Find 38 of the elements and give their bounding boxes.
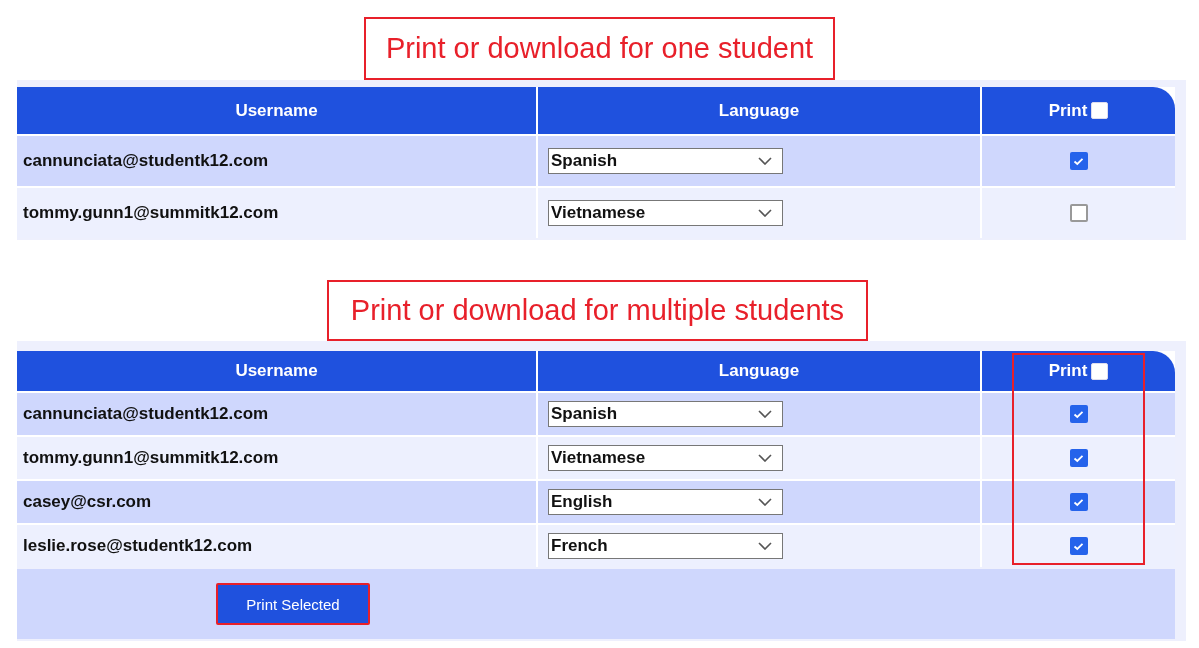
checkbox[interactable] (1069, 204, 1088, 222)
chevron-down-icon (758, 454, 772, 462)
check-icon (1073, 497, 1084, 507)
callout-label: Print or download for multiple students (326, 280, 869, 341)
column-header-text: Username (235, 361, 318, 381)
print-selected-button[interactable]: Print Selected (216, 583, 370, 625)
language-dropdown[interactable]: Spanish (548, 148, 783, 174)
column-header-text: Print (1048, 100, 1088, 121)
language-dropdown[interactable]: English (548, 489, 783, 515)
checkbox[interactable] (1069, 405, 1088, 423)
language-dropdown[interactable]: Spanish (548, 401, 783, 427)
check-icon (1073, 156, 1084, 166)
checkbox[interactable] (1069, 152, 1088, 170)
column-header-text: Language (718, 100, 800, 121)
checkbox[interactable] (1069, 537, 1088, 555)
username: cannunciata@studentk12.com (23, 151, 269, 171)
check-icon (1073, 453, 1084, 463)
chevron-down-icon (758, 410, 772, 418)
username: tommy.gunn1@summitk12.com (23, 448, 279, 468)
language-dropdown[interactable]: Vietnamese (548, 200, 783, 226)
chevron-down-icon (758, 542, 772, 550)
checkbox[interactable] (1069, 493, 1088, 511)
language-dropdown[interactable]: French (548, 533, 783, 559)
username: cannunciata@studentk12.com (23, 404, 269, 424)
language-dropdown[interactable]: Vietnamese (548, 445, 783, 471)
column-header-text: Print (1048, 361, 1088, 381)
checkbox[interactable] (1069, 449, 1088, 467)
username: leslie.rose@studentk12.com (23, 536, 253, 556)
chevron-down-icon (758, 209, 772, 217)
chevron-down-icon (758, 157, 772, 165)
column-header-text: Language (718, 361, 800, 381)
username: tommy.gunn1@summitk12.com (23, 203, 279, 223)
callout-label: Print or download for one student (363, 17, 836, 80)
check-icon (1073, 541, 1084, 551)
chevron-down-icon (758, 498, 772, 506)
check-icon (1073, 409, 1084, 419)
column-header-text: Username (235, 100, 318, 121)
username: casey@csr.com (23, 492, 152, 512)
